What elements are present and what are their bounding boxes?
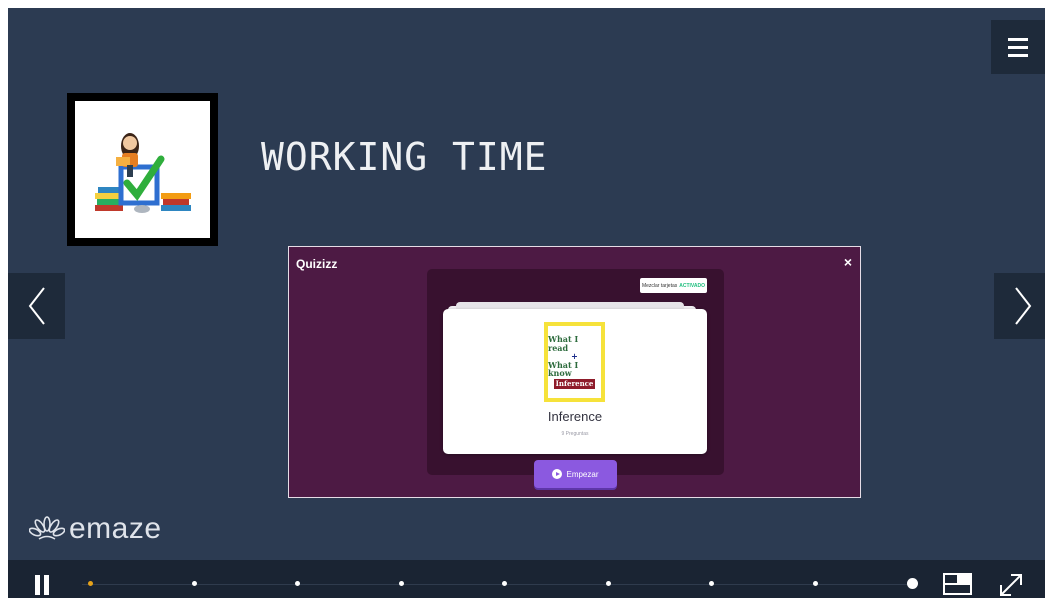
quiz-cover-art: What I read + What I know Inference <box>548 326 601 398</box>
expand-icon[interactable] <box>998 572 1024 598</box>
next-slide-button[interactable] <box>994 273 1045 339</box>
slide-dot[interactable] <box>605 581 611 586</box>
shuffle-label: Mezclar tarjetas <box>641 282 678 289</box>
cover-line-3: What I know <box>548 359 579 378</box>
cover-line-1: What I read <box>548 334 579 353</box>
chevron-left-icon <box>28 287 45 325</box>
pause-icon-bar <box>44 575 49 595</box>
menu-icon-bar <box>1008 45 1028 49</box>
previous-slide-button[interactable] <box>8 273 65 339</box>
presentation-stage: WORKING TIME Quizizz × Mezclar tarjetas … <box>8 8 1045 598</box>
layout-icon[interactable] <box>943 573 972 595</box>
quiz-cover-image: What I read + What I know Inference <box>544 322 605 402</box>
menu-button[interactable] <box>991 20 1045 74</box>
player-controls <box>8 560 1045 598</box>
slide-progress-track <box>82 584 912 585</box>
emaze-peacock-logo-icon <box>29 516 65 540</box>
quizizz-embed: Quizizz × Mezclar tarjetas ACTIVADO What… <box>288 246 861 498</box>
slide-image-frame <box>67 93 218 246</box>
start-quiz-button[interactable]: Empezar <box>534 460 617 488</box>
emaze-wordmark: emaze <box>69 512 162 545</box>
shuffle-cards-toggle[interactable]: Mezclar tarjetas ACTIVADO <box>640 278 707 293</box>
slide-dot[interactable] <box>709 581 714 586</box>
slide-dot[interactable] <box>191 581 197 586</box>
quiz-card: What I read + What I know Inference Infe… <box>443 309 707 454</box>
emaze-brand: emaze <box>29 512 162 546</box>
girl-reading-checkbox-illustration <box>95 133 191 213</box>
bitmoji-checkbox-image <box>75 101 210 238</box>
cover-line-4: Inference <box>553 379 596 389</box>
slide-dot[interactable] <box>88 581 93 586</box>
slide-dot[interactable] <box>295 581 300 586</box>
shuffle-state: ACTIVADO <box>679 282 706 289</box>
play-icon <box>552 469 563 479</box>
slide-title: WORKING TIME <box>261 135 548 179</box>
slide-dot[interactable] <box>398 581 404 586</box>
pause-button[interactable] <box>35 575 49 595</box>
menu-icon-bar <box>1008 53 1028 57</box>
quiz-panel: Mezclar tarjetas ACTIVADO What I read + … <box>427 269 724 488</box>
quiz-close-button[interactable]: × <box>844 254 852 270</box>
chevron-right-icon <box>1014 287 1031 325</box>
slide-dot[interactable] <box>812 581 818 586</box>
pause-icon <box>35 575 40 595</box>
quiz-question-count: 9 Preguntas <box>561 431 589 437</box>
quiz-name: Inference <box>547 409 603 424</box>
menu-icon-bar <box>1008 37 1028 41</box>
slide-dot[interactable] <box>502 581 507 586</box>
slide-dot[interactable] <box>907 578 918 589</box>
quizizz-logo: Quizizz <box>296 257 338 271</box>
start-button-label: Empezar <box>566 469 599 479</box>
